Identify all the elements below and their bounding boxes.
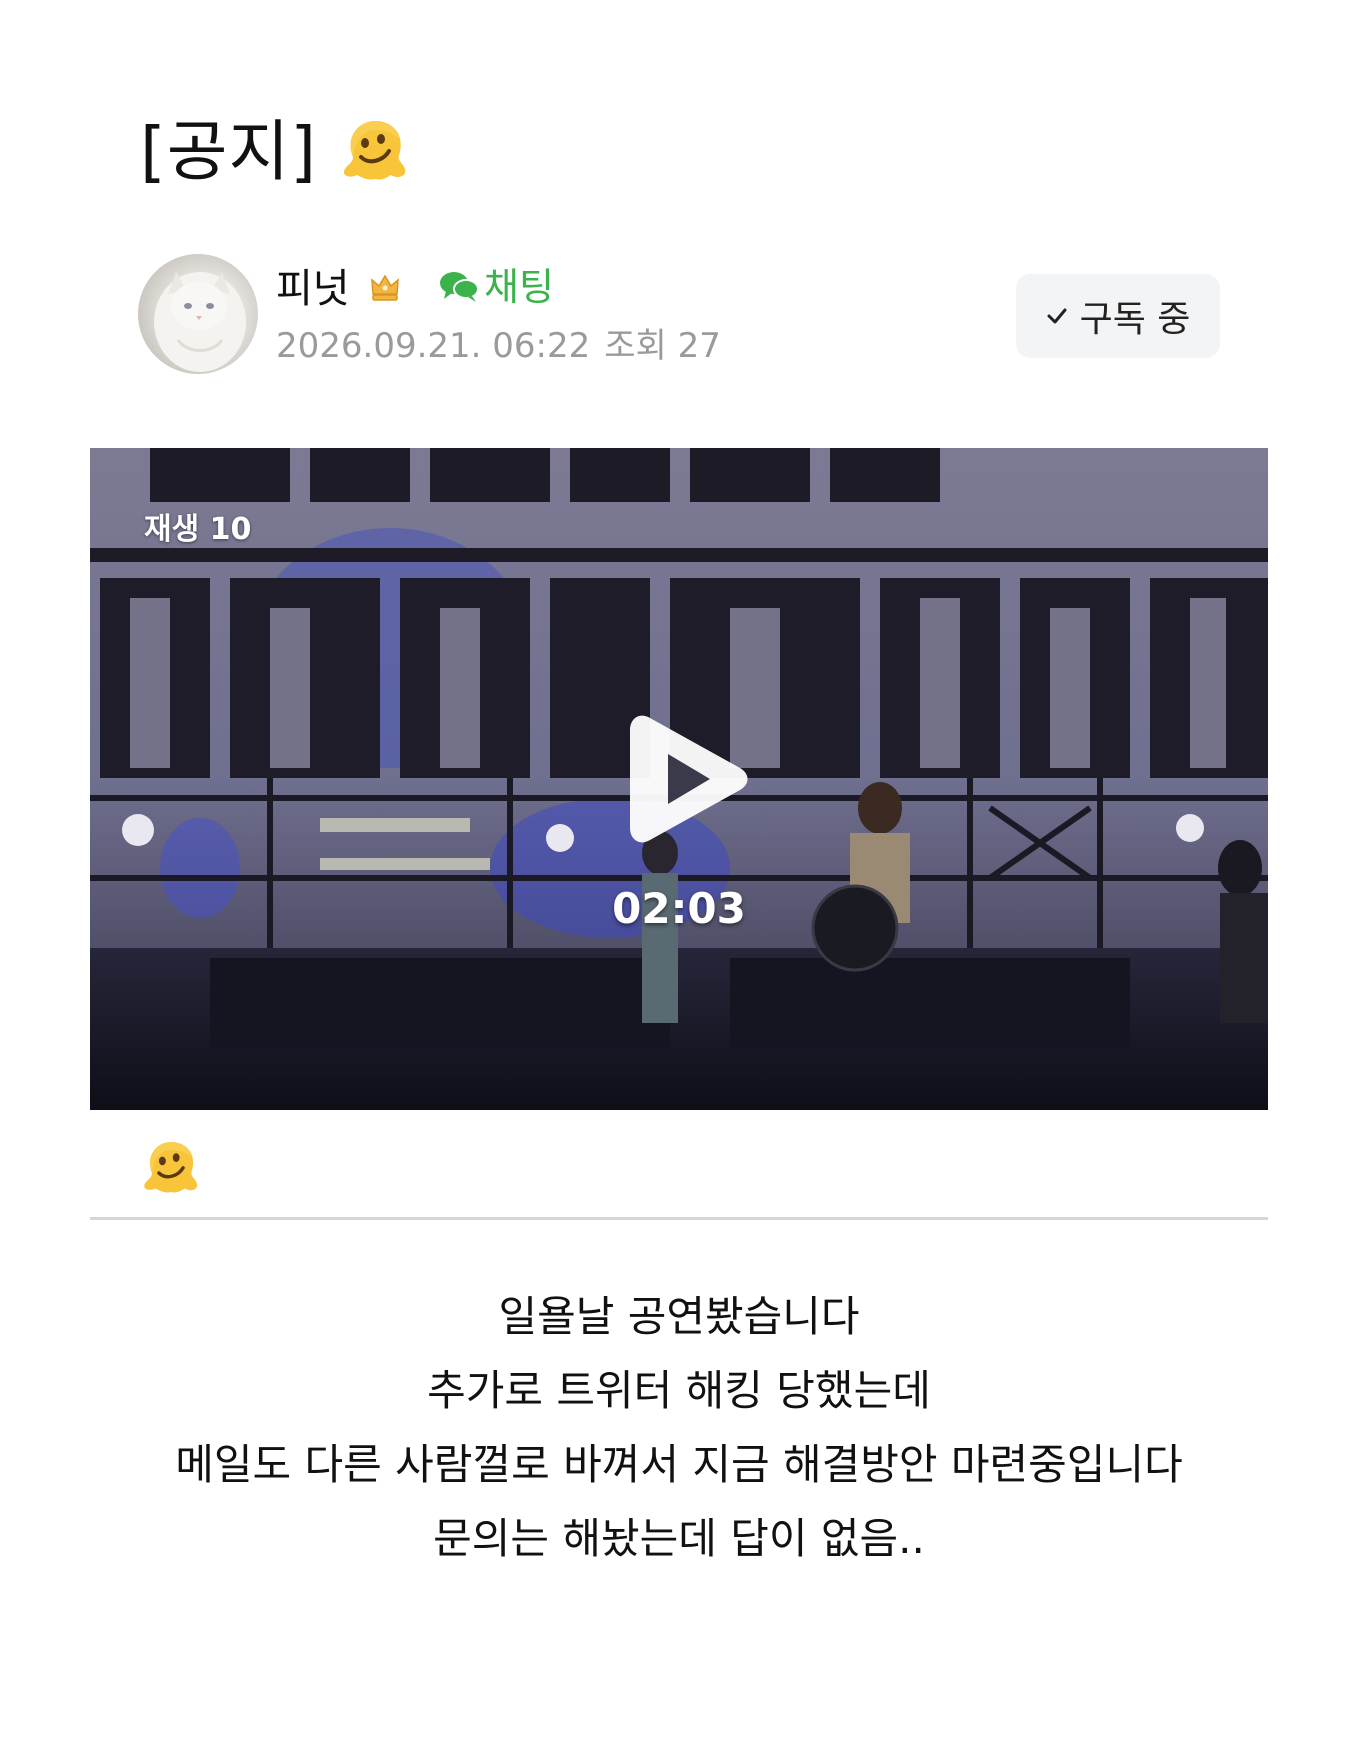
post-title: [공지] xyxy=(140,113,317,190)
subscribe-label: 구독 중 xyxy=(1079,299,1191,340)
body-line: 메일도 다른 사람껄로 바껴서 지금 해결방안 마련중입니다 xyxy=(175,1440,1183,1489)
melting-face-icon xyxy=(140,1138,202,1200)
check-icon xyxy=(1047,308,1067,324)
avatar[interactable] xyxy=(138,254,258,374)
video-player[interactable]: 재생 10 02:03 xyxy=(90,448,1268,1110)
author-name[interactable]: 피넛 xyxy=(276,264,350,314)
crown-icon xyxy=(371,274,399,301)
video-duration: 02:03 xyxy=(612,884,746,933)
body-line: 일욜날 공연봤습니다 xyxy=(498,1292,860,1341)
author-row: 피넛 채팅 2026.09.21. 06:22 조회 27 구독 중 xyxy=(138,254,1220,374)
post-title-row: [공지] xyxy=(140,112,411,192)
post-meta: 2026.09.21. 06:22 조회 27 xyxy=(276,324,721,368)
chat-bubble-icon xyxy=(440,272,479,302)
view-count: 조회 27 xyxy=(604,326,721,366)
subscribe-button[interactable]: 구독 중 xyxy=(1016,274,1220,358)
play-icon[interactable] xyxy=(622,704,754,854)
chat-button[interactable]: 채팅 xyxy=(438,262,554,312)
melting-face-icon xyxy=(339,117,411,187)
body-line: 추가로 트위터 해킹 당했는데 xyxy=(427,1366,931,1415)
chat-label: 채팅 xyxy=(484,265,554,309)
divider xyxy=(90,1217,1268,1220)
body-line: 문의는 해놨는데 답이 없음.. xyxy=(433,1514,925,1563)
post-body: 일욜날 공연봤습니다 추가로 트위터 해킹 당했는데 메일도 다른 사람껄로 바… xyxy=(90,1280,1268,1576)
play-count: 재생 10 xyxy=(144,512,252,547)
post-date: 2026.09.21. 06:22 xyxy=(276,326,591,366)
